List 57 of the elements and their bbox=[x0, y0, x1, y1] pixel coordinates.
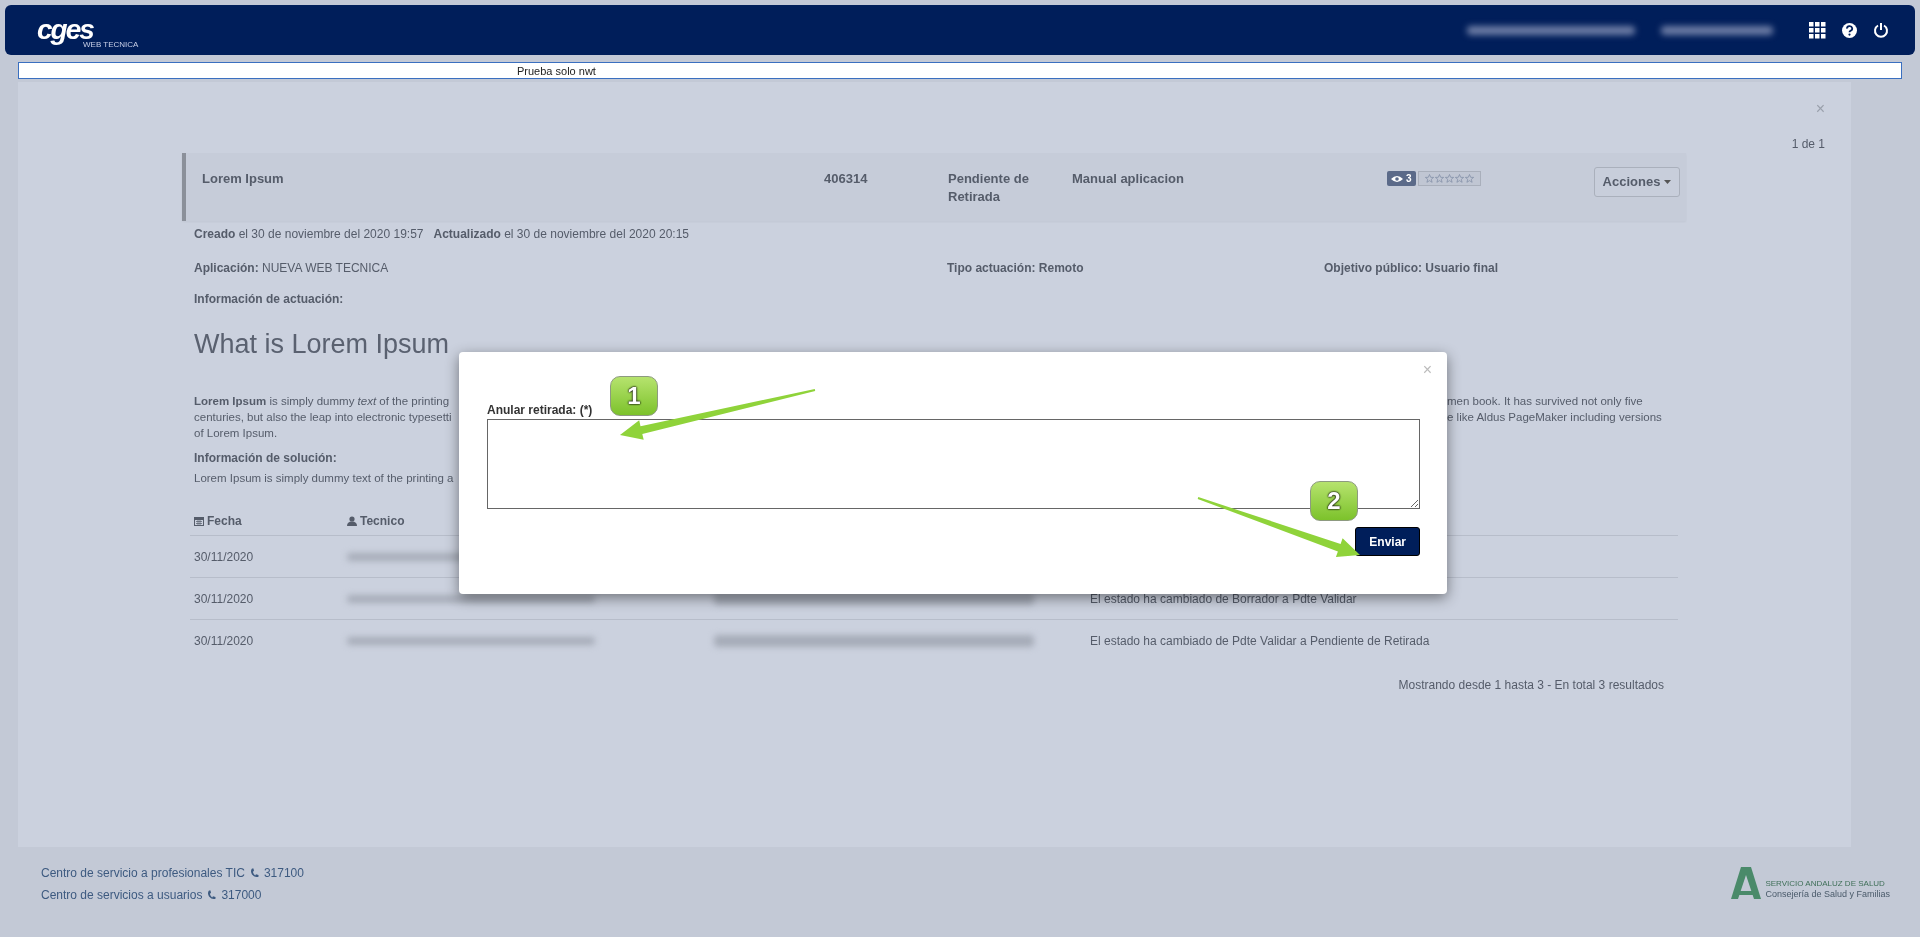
date-text: Creado el 30 de noviembre del 2020 19:57 bbox=[194, 227, 424, 241]
paragraph-text: Lorem Ipsum is simply dummy text of the printing bbox=[194, 394, 450, 409]
empty-star-icon bbox=[1444, 174, 1454, 183]
column-header: Tecnico bbox=[360, 514, 405, 528]
eye-icon bbox=[1391, 174, 1403, 183]
calendar-icon bbox=[194, 516, 204, 526]
incident-number: 406314 bbox=[824, 170, 869, 188]
logo-text: cges bbox=[37, 15, 94, 44]
empty-star-icon bbox=[1454, 174, 1464, 183]
organization-name: SERVICIO ANDALUZ DE SALUD bbox=[1765, 879, 1886, 889]
caret-icon bbox=[1664, 180, 1672, 184]
input-field[interactable] bbox=[487, 419, 1420, 509]
contact-text: Centro de servicios a usuarios bbox=[41, 887, 203, 904]
contact-text: Centro de servicio a profesionales TIC bbox=[41, 865, 245, 882]
pagination-text: 1 de 1 bbox=[1791, 137, 1825, 151]
user-icon bbox=[347, 516, 357, 526]
paragraph-text: of Lorem Ipsum. bbox=[194, 426, 278, 441]
incident-status: Pendiente de Retirada bbox=[948, 170, 1030, 206]
paragraph-text: centuries, but also the leap into electronic typesetti bbox=[194, 410, 452, 425]
grid-icon[interactable] bbox=[1809, 21, 1826, 39]
empty-star-icon bbox=[1424, 174, 1434, 183]
paragraph-text: Lorem Ipsum is simply dummy text of the printing a bbox=[194, 471, 454, 485]
section-label: Información de solución: bbox=[194, 451, 337, 465]
empty-star-icon bbox=[1434, 174, 1444, 183]
empty-star-icon bbox=[1464, 174, 1474, 183]
organization-name: Consejería de Salud y Familias bbox=[1765, 889, 1890, 899]
submit-button[interactable]: Enviar bbox=[1355, 527, 1420, 556]
views-badge: 3 bbox=[1387, 171, 1416, 186]
section-label: Información de actuación: bbox=[194, 292, 344, 306]
date-text: Actualizado el 30 de noviembre del 2020 20:15 bbox=[433, 227, 689, 241]
table-cell: El estado ha cambiado de Pdte Validar a Pendiente de Retirada bbox=[1090, 633, 1430, 648]
column-header: Fecha bbox=[207, 514, 242, 528]
phone-number: 317100 bbox=[263, 865, 304, 882]
actions-dropdown[interactable]: Acciones bbox=[1594, 167, 1680, 197]
logo-mark-icon bbox=[1731, 867, 1762, 899]
callout-bubble: 2 bbox=[1310, 481, 1358, 521]
incident-title: Lorem Ipsum bbox=[202, 170, 285, 188]
phone-icon bbox=[249, 868, 259, 878]
phone-number: 317000 bbox=[221, 887, 262, 904]
incident-category: Manual aplicacion bbox=[1072, 170, 1185, 188]
table-cell: El estado ha cambiado de Borrador a Pdte Validar bbox=[1090, 591, 1357, 606]
field-text: Tipo actuación: Remoto bbox=[947, 261, 1085, 275]
table-cell: 30/11/2020 bbox=[194, 633, 254, 648]
table-cell: 30/11/2020 bbox=[194, 549, 254, 564]
field-label: Anular retirada: (*) bbox=[487, 402, 594, 418]
paragraph-text: men book. It has survived not only five bbox=[1447, 394, 1643, 409]
power-icon[interactable] bbox=[1873, 22, 1889, 38]
notice-text: Prueba solo nwt bbox=[517, 64, 596, 77]
paragraph-text: e like Aldus PageMaker including versions bbox=[1447, 410, 1662, 425]
field-text: Objetivo público: Usuario final bbox=[1324, 261, 1499, 275]
content-heading: What is Lorem Ipsum bbox=[194, 328, 450, 360]
phone-icon bbox=[207, 890, 217, 900]
callout-bubble: 1 bbox=[610, 376, 658, 416]
field-text: Aplicación: NUEVA WEB TECNICA bbox=[194, 261, 390, 275]
help-icon[interactable] bbox=[1842, 22, 1857, 38]
table-cell: 30/11/2020 bbox=[194, 591, 254, 606]
results-summary: Mostrando desde 1 hasta 3 - En total 3 resultados bbox=[1398, 678, 1664, 692]
